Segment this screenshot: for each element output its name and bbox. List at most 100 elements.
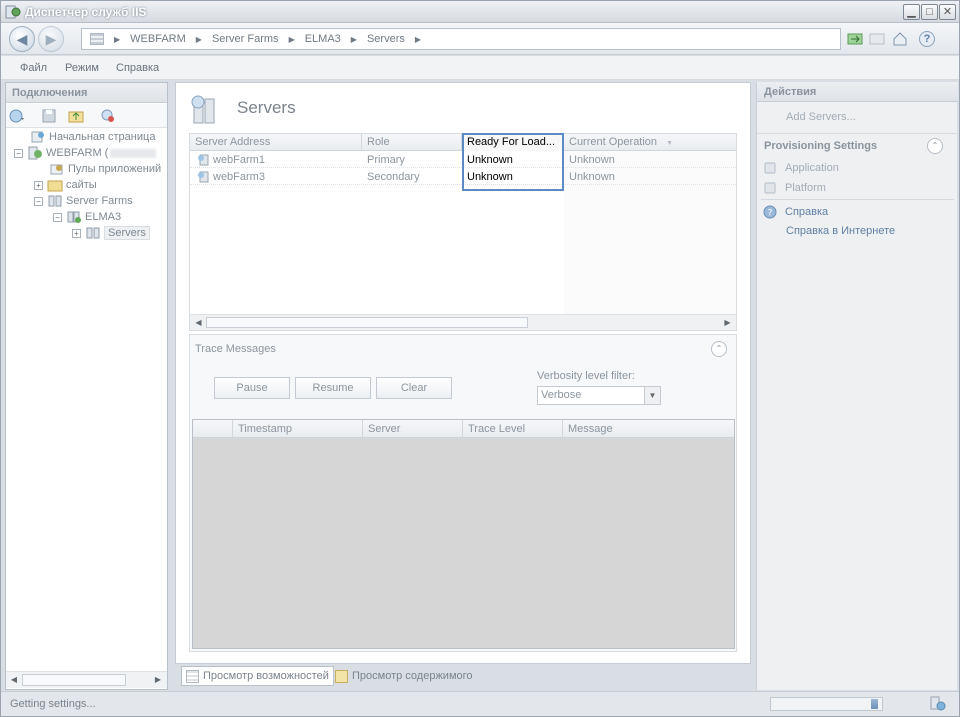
expand-icon[interactable]: + bbox=[34, 180, 43, 190]
help-icon[interactable]: ? bbox=[919, 31, 935, 47]
tree-item-webfarm[interactable]: − WEBFARM ( bbox=[14, 145, 157, 161]
tree-item-elma3[interactable]: − ELMA3 bbox=[53, 209, 121, 225]
application-action[interactable]: Application bbox=[763, 161, 839, 175]
cell-role: Primary bbox=[367, 153, 405, 166]
menu-file[interactable]: Файл bbox=[20, 62, 47, 74]
minimize-button[interactable]: ▁ bbox=[903, 4, 920, 20]
disconnect-icon[interactable] bbox=[100, 108, 116, 124]
breadcrumb-server-farms[interactable]: Server Farms bbox=[206, 33, 285, 45]
tree-item-label: WEBFARM ( bbox=[46, 147, 109, 159]
collapse-chevron-icon[interactable]: ⌃ bbox=[711, 341, 727, 357]
column-server-address[interactable]: Server Address bbox=[190, 134, 362, 151]
save-icon[interactable] bbox=[41, 108, 57, 124]
home-icon[interactable] bbox=[892, 31, 908, 47]
scroll-right-icon[interactable]: ▶ bbox=[152, 674, 164, 686]
resume-button[interactable]: Resume bbox=[295, 377, 371, 399]
maximize-icon: □ bbox=[926, 6, 933, 18]
up-level-icon[interactable] bbox=[68, 108, 84, 124]
title-bar: Диспетчер служб IIS ▁ □ ✕ bbox=[1, 1, 959, 23]
scroll-left-icon[interactable]: ◀ bbox=[192, 316, 205, 329]
sort-arrow-icon: ▼ bbox=[666, 140, 674, 147]
column-blank bbox=[193, 420, 233, 438]
column-role[interactable]: Role bbox=[362, 134, 462, 151]
cell-ready-for-load: Unknown bbox=[467, 170, 513, 183]
collapse-chevron-icon[interactable]: ⌃ bbox=[927, 138, 943, 154]
platform-action[interactable]: Platform bbox=[763, 181, 826, 195]
tab-features-view[interactable]: Просмотр возможностей bbox=[181, 666, 334, 686]
breadcrumb-elma3[interactable]: ELMA3 bbox=[299, 33, 347, 45]
breadcrumb-separator-icon: ▶ bbox=[288, 34, 295, 44]
verbosity-value: Verbose bbox=[541, 389, 582, 401]
forward-button[interactable]: ▶ bbox=[38, 26, 64, 52]
column-trace-level[interactable]: Trace Level bbox=[463, 420, 563, 438]
column-message[interactable]: Message bbox=[563, 420, 734, 438]
scroll-left-icon[interactable]: ◀ bbox=[8, 674, 20, 686]
breadcrumb-webfarm[interactable]: WEBFARM bbox=[124, 33, 192, 45]
table-row[interactable]: webFarm1 Primary Unknown Unknown bbox=[190, 151, 736, 168]
menu-view[interactable]: Режим bbox=[65, 62, 99, 74]
actions-title: Действия bbox=[764, 86, 817, 98]
farm-icon bbox=[67, 211, 81, 223]
forward-arrow-icon: ▶ bbox=[45, 31, 57, 47]
column-server[interactable]: Server bbox=[363, 420, 463, 438]
iis-app-icon bbox=[5, 5, 21, 19]
tab-content-view[interactable]: Просмотр содержимого bbox=[331, 666, 477, 686]
pause-button[interactable]: Pause bbox=[214, 377, 290, 399]
server-icon bbox=[28, 146, 42, 160]
grid-scrollbar[interactable]: ◀ ▶ bbox=[190, 314, 736, 330]
view-tabs: Просмотр возможностей Просмотр содержимо… bbox=[175, 664, 751, 688]
desktop-background bbox=[960, 0, 980, 717]
scroll-right-icon[interactable]: ▶ bbox=[721, 316, 734, 329]
connections-title: Подключения bbox=[12, 87, 88, 99]
trace-messages-panel: Trace Messages ⌃ Pause Resume Clear Verb… bbox=[189, 334, 737, 652]
back-button[interactable]: ◀ bbox=[9, 26, 35, 52]
tree-item-sites[interactable]: + сайты bbox=[34, 177, 97, 193]
breadcrumb-servers[interactable]: Servers bbox=[361, 33, 411, 45]
server-row-icon bbox=[198, 154, 209, 165]
tree-item-start-page[interactable]: Начальная страница bbox=[30, 129, 155, 145]
column-ready-for-load[interactable]: Ready For Load... bbox=[462, 134, 564, 151]
help-action[interactable]: ? Справка bbox=[763, 205, 828, 219]
chevron-down-icon[interactable]: ▼ bbox=[644, 387, 660, 404]
tree-item-label: Servers bbox=[104, 226, 150, 240]
iis-manager-window: Диспетчер служб IIS ▁ □ ✕ ◀ ▶ ▶ WEBFARM … bbox=[0, 0, 960, 717]
connect-icon[interactable] bbox=[9, 108, 25, 124]
menu-help[interactable]: Справка bbox=[116, 62, 159, 74]
tree-item-servers[interactable]: + Servers bbox=[72, 225, 150, 241]
clear-button[interactable]: Clear bbox=[376, 377, 452, 399]
column-label: Current Operation bbox=[569, 136, 658, 148]
tree-item-label: Начальная страница bbox=[49, 131, 156, 143]
add-servers-action[interactable]: Add Servers... bbox=[786, 111, 856, 123]
breadcrumb-separator-icon: ▶ bbox=[350, 34, 357, 44]
menu-bar: Файл Режим Справка bbox=[1, 56, 959, 80]
navigation-bar: ◀ ▶ ▶ WEBFARM ▶ Server Farms ▶ ELMA3 ▶ S… bbox=[1, 23, 959, 55]
tree-item-label: Пулы приложений bbox=[68, 163, 162, 175]
expand-icon[interactable]: + bbox=[72, 228, 81, 238]
connections-scrollbar[interactable]: ◀ ▶ bbox=[6, 671, 167, 688]
collapse-icon[interactable]: − bbox=[34, 196, 43, 206]
stop-icon[interactable] bbox=[869, 31, 885, 47]
progress-fill bbox=[871, 699, 878, 709]
address-bar[interactable]: ▶ WEBFARM ▶ Server Farms ▶ ELMA3 ▶ Serve… bbox=[81, 28, 841, 50]
column-current-operation[interactable]: Current Operation ▼ bbox=[564, 134, 736, 151]
trace-title: Trace Messages bbox=[195, 343, 276, 355]
close-button[interactable]: ✕ bbox=[939, 4, 956, 20]
tree-item-app-pools[interactable]: Пулы приложений bbox=[49, 161, 161, 177]
refresh-icon[interactable] bbox=[847, 31, 863, 47]
column-timestamp[interactable]: Timestamp bbox=[233, 420, 363, 438]
cell-server-address: webFarm1 bbox=[192, 151, 362, 168]
maximize-button[interactable]: □ bbox=[921, 4, 938, 20]
online-help-action[interactable]: Справка в Интернете bbox=[786, 225, 895, 237]
cell-role: Secondary bbox=[367, 170, 420, 183]
scrollbar-thumb[interactable] bbox=[22, 674, 126, 686]
verbosity-select[interactable]: Verbose ▼ bbox=[537, 386, 661, 405]
tree-item-server-farms[interactable]: − Server Farms bbox=[34, 193, 133, 209]
scrollbar-thumb[interactable] bbox=[206, 317, 528, 328]
tree-item-label: сайты bbox=[66, 179, 97, 191]
collapse-icon[interactable]: − bbox=[53, 212, 62, 222]
help-icon: ? bbox=[763, 205, 777, 219]
actions-header: Действия bbox=[757, 82, 958, 102]
collapse-icon[interactable]: − bbox=[14, 148, 23, 158]
breadcrumb-separator-icon: ▶ bbox=[414, 34, 422, 44]
table-row[interactable]: webFarm3 Secondary Unknown Unknown bbox=[190, 168, 736, 185]
